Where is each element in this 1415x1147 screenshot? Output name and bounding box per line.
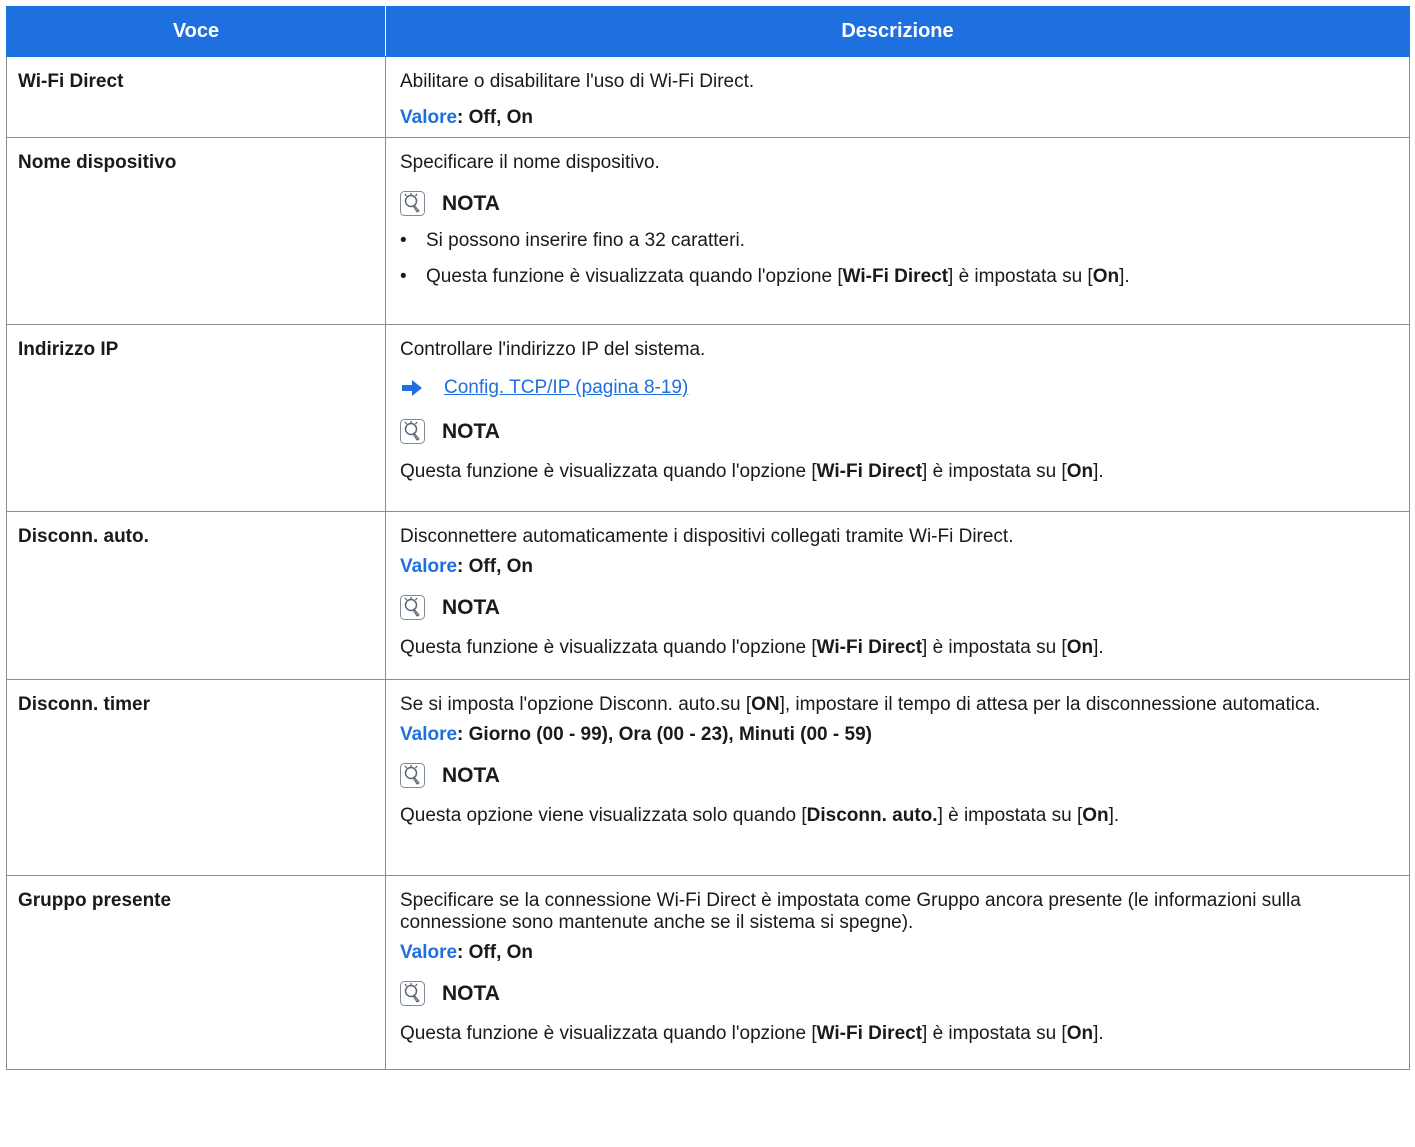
row-item-label: Indirizzo IP (6, 324, 386, 512)
value-line: Valore: Off, On (400, 556, 534, 577)
row-description: Specificare se la connessione Wi-Fi Dire… (385, 875, 1410, 1070)
row-description: Abilitare o disabilitare l'uso di Wi-Fi … (385, 56, 1410, 138)
row-description: Se si imposta l'opzione Disconn. auto.su… (385, 679, 1410, 876)
column-header-voce: Voce (6, 6, 386, 57)
note-text: Questa funzione è visualizzata quando l'… (400, 1023, 1104, 1044)
table-header-row: Voce Descrizione (6, 6, 1410, 57)
row-description: Disconnettere automaticamente i disposit… (385, 511, 1410, 680)
row-description: Specificare il nome dispositivo. NOTA • S… (385, 137, 1410, 325)
arrow-right-icon (402, 380, 422, 396)
note-heading: NOTA (400, 981, 1395, 1006)
reference-link[interactable]: Config. TCP/IP (pagina 8-19) (444, 377, 688, 399)
note-text: Questa funzione è visualizzata quando l'… (400, 461, 1104, 482)
row-item-label: Nome dispositivo (6, 137, 386, 325)
table-row: Wi-Fi Direct Abilitare o disabilitare l'… (6, 56, 1410, 138)
row-description: Controllare l'indirizzo IP del sistema. … (385, 324, 1410, 512)
table-row: Disconn. auto. Disconnettere automaticam… (6, 511, 1410, 680)
value-line: Valore: Off, On (400, 942, 534, 963)
description-text: Specificare se la connessione Wi-Fi Dire… (400, 890, 1301, 933)
column-header-descrizione: Descrizione (385, 6, 1410, 57)
note-heading: NOTA (400, 419, 1395, 444)
lightbulb-note-icon (400, 763, 425, 788)
settings-table: Voce Descrizione Wi-Fi Direct Abilitare … (6, 6, 1410, 1070)
row-item-label: Gruppo presente (6, 875, 386, 1070)
lightbulb-note-icon (400, 419, 425, 444)
note-heading: NOTA (400, 763, 1395, 788)
list-item: • Questa funzione è visualizzata quando l… (400, 266, 1130, 287)
description-text: Disconnettere automaticamente i disposit… (400, 526, 1014, 547)
value-line: Valore: Off, On (400, 107, 534, 128)
row-item-label: Disconn. auto. (6, 511, 386, 680)
table-row: Disconn. timer Se si imposta l'opzione D… (6, 679, 1410, 876)
lightbulb-note-icon (400, 595, 425, 620)
description-text: Specificare il nome dispositivo. (400, 152, 660, 173)
note-text: Questa opzione viene visualizzata solo q… (400, 805, 1120, 826)
table-row: Gruppo presente Specificare se la connes… (6, 875, 1410, 1070)
value-line: Valore: Giorno (00 - 99), Ora (00 - 23),… (400, 724, 872, 745)
note-heading: NOTA (400, 595, 1395, 620)
note-heading: NOTA (400, 191, 1395, 216)
description-text: Controllare l'indirizzo IP del sistema. (400, 339, 706, 360)
lightbulb-note-icon (400, 981, 425, 1006)
lightbulb-note-icon (400, 191, 425, 216)
table-row: Nome dispositivo Specificare il nome dis… (6, 137, 1410, 325)
row-item-label: Disconn. timer (6, 679, 386, 876)
description-text: Se si imposta l'opzione Disconn. auto.su… (400, 694, 1321, 715)
row-item-label: Wi-Fi Direct (6, 56, 386, 138)
description-text: Abilitare o disabilitare l'uso di Wi-Fi … (400, 71, 755, 92)
list-item: • Si possono inserire fino a 32 caratteri… (400, 230, 745, 251)
note-text: Questa funzione è visualizzata quando l'… (400, 637, 1104, 658)
cross-reference: Config. TCP/IP (pagina 8-19) (400, 377, 1395, 399)
table-row: Indirizzo IP Controllare l'indirizzo IP … (6, 324, 1410, 512)
